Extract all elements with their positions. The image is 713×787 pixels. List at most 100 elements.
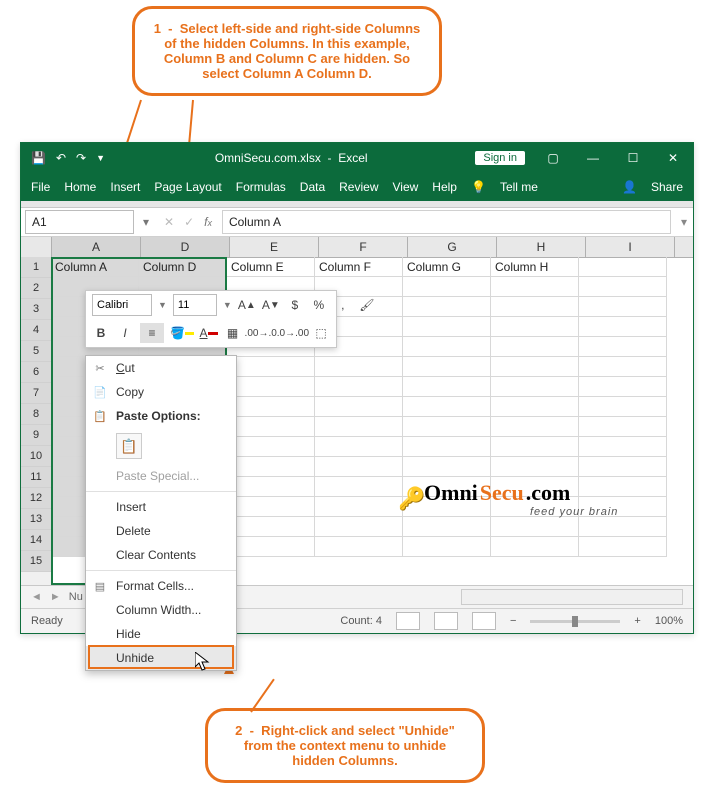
borders-icon[interactable]: ▦ [224,323,242,343]
redo-icon[interactable]: ↷ [76,151,86,165]
column-header-a[interactable]: A [52,237,141,257]
context-hide[interactable]: Hide [86,622,236,646]
share-icon[interactable]: 👤 [622,180,637,194]
fill-color-icon[interactable]: 🪣 [170,323,194,343]
cell[interactable]: Column G [403,257,491,277]
bold-icon[interactable]: B [92,323,110,343]
enter-formula-icon[interactable]: ✓ [184,215,194,229]
tell-me-icon[interactable]: 💡 [471,180,486,194]
font-color-icon[interactable]: A [200,323,218,343]
save-icon[interactable]: 💾 [31,151,46,165]
normal-view-icon[interactable] [396,612,420,630]
mini-size-dropdown-icon[interactable]: ▼ [223,300,232,310]
formula-bar[interactable]: Column A [222,210,671,234]
italic-icon[interactable]: I [116,323,134,343]
column-header-e[interactable]: E [230,237,319,257]
cell[interactable] [579,257,667,277]
tab-data[interactable]: Data [300,180,325,194]
row-header[interactable]: 11 [21,467,51,488]
sheet-nav-prev-icon[interactable]: ◄ [31,591,42,603]
comma-format-icon[interactable]: , [334,295,352,315]
column-header-i[interactable]: I [586,237,675,257]
zoom-level[interactable]: 100% [655,615,683,627]
row-headers[interactable]: 1 2 3 4 5 6 7 8 9 10 11 12 13 14 15 [21,257,52,585]
tab-page-layout[interactable]: Page Layout [154,180,221,194]
horizontal-scrollbar[interactable] [461,589,683,605]
accounting-format-icon[interactable]: $ [286,295,304,315]
cell[interactable]: Column E [227,257,315,277]
zoom-in-icon[interactable]: + [634,615,640,627]
context-insert[interactable]: Insert [86,495,236,519]
row-header[interactable]: 9 [21,425,51,446]
mini-font-dropdown-icon[interactable]: ▼ [158,300,167,310]
select-all-corner[interactable] [21,237,52,257]
column-header-d[interactable]: D [141,237,230,257]
zoom-out-icon[interactable]: − [510,615,516,627]
context-format-cells[interactable]: ▤Format Cells... [86,574,236,598]
tell-me[interactable]: Tell me [500,180,538,194]
sign-in-button[interactable]: Sign in [475,151,525,165]
row-header[interactable]: 1 [21,257,51,278]
row-header[interactable]: 10 [21,446,51,467]
row-header[interactable]: 6 [21,362,51,383]
ribbon-display-options-icon[interactable]: ▢ [533,143,573,173]
format-painter-icon[interactable]: 🖌 [358,295,376,315]
qat-customize-icon[interactable]: ▼ [96,153,105,163]
row-header[interactable]: 7 [21,383,51,404]
column-headers[interactable]: A D E F G H I [21,237,693,258]
cell[interactable]: Column A [51,257,139,277]
close-icon[interactable]: ✕ [653,143,693,173]
row-header[interactable]: 12 [21,488,51,509]
decrease-font-icon[interactable]: A▼ [262,295,280,315]
paste-option-icon[interactable]: 📋 [116,433,142,459]
minimize-icon[interactable]: — [573,143,613,173]
merge-icon[interactable]: ⬚ [312,323,330,343]
column-header-g[interactable]: G [408,237,497,257]
cell[interactable]: Column F [315,257,403,277]
expand-formula-bar-icon[interactable]: ▾ [675,215,693,229]
tab-file[interactable]: File [31,180,50,194]
context-copy[interactable]: 📄Copy [86,380,236,404]
column-header-f[interactable]: F [319,237,408,257]
mini-font-input[interactable] [92,294,152,316]
row-header[interactable]: 13 [21,509,51,530]
share-button[interactable]: Share [651,180,683,194]
increase-font-icon[interactable]: A▲ [238,295,256,315]
row-header[interactable]: 8 [21,404,51,425]
zoom-slider[interactable] [530,620,620,623]
page-layout-view-icon[interactable] [434,612,458,630]
name-box-dropdown-icon[interactable]: ▾ [138,215,154,229]
page-break-view-icon[interactable] [472,612,496,630]
context-clear-contents[interactable]: Clear Contents [86,543,236,567]
tab-formulas[interactable]: Formulas [236,180,286,194]
fx-icon[interactable]: fx [204,215,212,229]
row-header[interactable]: 2 [21,278,51,299]
undo-icon[interactable]: ↶ [56,151,66,165]
name-box[interactable]: A1 [25,210,134,234]
percent-format-icon[interactable]: % [310,295,328,315]
maximize-icon[interactable]: ☐ [613,143,653,173]
decrease-decimal-icon[interactable]: .0→.00 [280,323,306,343]
row-header[interactable]: 15 [21,551,51,572]
context-cut[interactable]: ✂CuCutt [86,356,236,380]
row-header[interactable]: 4 [21,320,51,341]
ribbon-collapse-strip[interactable] [21,201,693,208]
sheet-nav-next-icon[interactable]: ► [50,591,61,603]
context-column-width[interactable]: Column Width... [86,598,236,622]
row-header[interactable]: 3 [21,299,51,320]
tab-help[interactable]: Help [432,180,457,194]
tab-insert[interactable]: Insert [110,180,140,194]
cancel-formula-icon[interactable]: ✕ [164,215,174,229]
column-header-h[interactable]: H [497,237,586,257]
context-delete[interactable]: Delete [86,519,236,543]
center-align-icon[interactable]: ≡ [140,323,164,343]
row-header[interactable]: 14 [21,530,51,551]
mini-size-input[interactable] [173,294,217,316]
tab-review[interactable]: Review [339,180,378,194]
increase-decimal-icon[interactable]: .00→.0 [248,323,274,343]
cell[interactable]: Column H [491,257,579,277]
sheet-tab[interactable]: Nu [69,591,83,603]
context-unhide[interactable]: Unhide [86,646,236,670]
tab-home[interactable]: Home [64,180,96,194]
row-header[interactable]: 5 [21,341,51,362]
